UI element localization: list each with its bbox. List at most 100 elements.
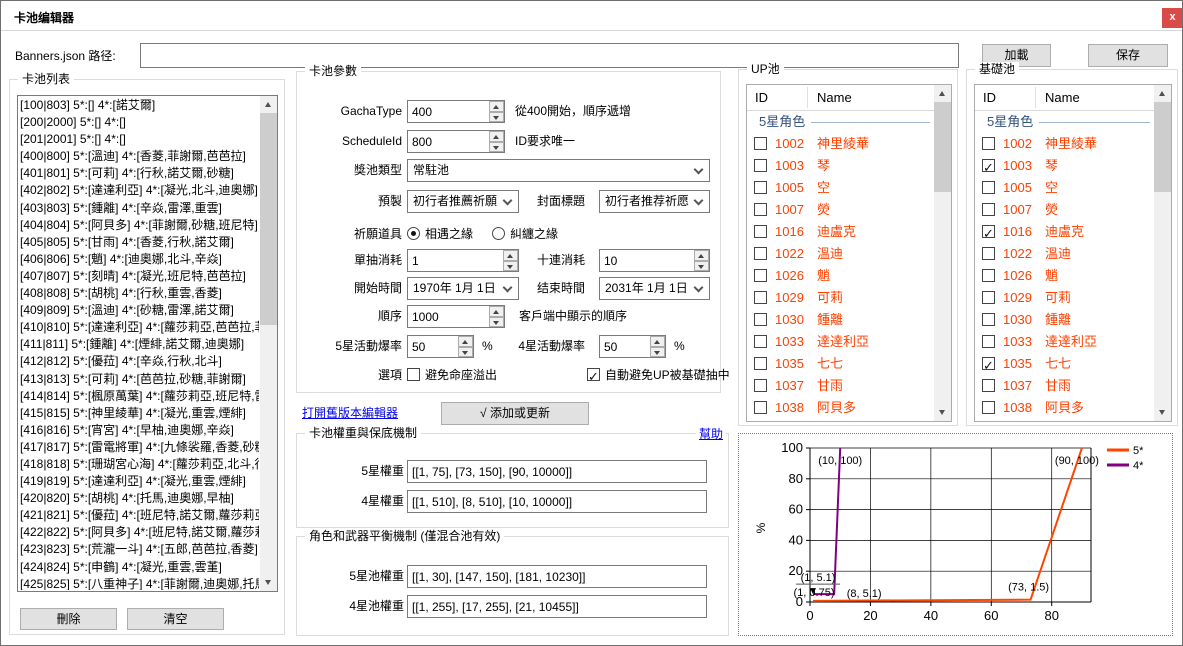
option-checkbox-avoid-overflow[interactable]: 避免命座溢出: [407, 364, 497, 386]
up-pool-table[interactable]: ID Name 5星角色1002神里綾華1003琴1005空1007熒1016迪…: [746, 84, 952, 422]
row-checkbox[interactable]: [754, 225, 767, 238]
pool-list-item[interactable]: [423|823] 5*:[荒瀧一斗] 4*:[五郎,芭芭拉,香菱]: [20, 541, 259, 558]
star4-pool-weight-input[interactable]: [407, 595, 707, 618]
up-pool-scrollbar[interactable]: [934, 85, 951, 421]
row-checkbox[interactable]: [982, 181, 995, 194]
end-time-select[interactable]: 2031年 1月 1日: [599, 277, 710, 300]
up-pool-row[interactable]: 1005空: [747, 177, 934, 199]
pool-type-select[interactable]: 常駐池: [407, 159, 710, 182]
scroll-up-icon[interactable]: [1154, 85, 1171, 102]
star4-weight-input[interactable]: [407, 490, 707, 513]
pool-listbox[interactable]: [100|803] 5*:[] 4*:[諾艾爾][200|2000] 5*:[]…: [17, 95, 278, 592]
row-checkbox[interactable]: [754, 181, 767, 194]
spin-down-icon[interactable]: [650, 347, 665, 358]
base-pool-row[interactable]: 1005空: [975, 177, 1154, 199]
cover-title-select[interactable]: 初行者推荐祈愿: [599, 190, 710, 213]
scroll-down-icon[interactable]: [1154, 404, 1171, 421]
base-pool-scrollbar[interactable]: [1154, 85, 1171, 421]
delete-button[interactable]: 刪除: [20, 608, 117, 630]
row-checkbox[interactable]: [754, 137, 767, 150]
row-checkbox[interactable]: [982, 203, 995, 216]
row-checkbox[interactable]: [982, 159, 995, 172]
base-pool-row[interactable]: 1029可莉: [975, 287, 1154, 309]
help-link[interactable]: 幫助: [696, 426, 726, 442]
row-checkbox[interactable]: [754, 357, 767, 370]
open-old-editor-link[interactable]: 打開舊版本編輯器: [302, 405, 398, 421]
pool-list-item[interactable]: [401|801] 5*:[可莉] 4*:[行秋,諾艾爾,砂糖]: [20, 165, 259, 182]
star5-weight-input[interactable]: [407, 460, 707, 483]
wish-item-radio-encounter[interactable]: 相遇之緣: [407, 223, 473, 245]
star4-rate-input[interactable]: [600, 336, 649, 357]
row-checkbox[interactable]: [754, 335, 767, 348]
base-pool-table[interactable]: ID Name 5星角色1002神里綾華1003琴1005空1007熒1016迪…: [974, 84, 1172, 422]
base-pool-row[interactable]: 1007熒: [975, 199, 1154, 221]
save-button[interactable]: 保存: [1088, 44, 1168, 67]
pool-list-item[interactable]: [413|813] 5*:[可莉] 4*:[芭芭拉,砂糖,菲謝爾]: [20, 371, 259, 388]
spin-down-icon[interactable]: [489, 142, 504, 153]
pool-list-item[interactable]: [415|815] 5*:[神里綾華] 4*:[凝光,重雲,煙緋]: [20, 405, 259, 422]
row-checkbox[interactable]: [982, 291, 995, 304]
pool-list-item[interactable]: [403|803] 5*:[鍾離] 4*:[辛焱,雷澤,重雲]: [20, 200, 259, 217]
pool-list-item[interactable]: [416|816] 5*:[宵宮] 4*:[早柚,迪奧娜,辛焱]: [20, 422, 259, 439]
base-pool-row[interactable]: 1016迪盧克: [975, 221, 1154, 243]
schedule-id-input[interactable]: [408, 131, 488, 152]
row-checkbox[interactable]: [982, 379, 995, 392]
spin-up-icon[interactable]: [489, 131, 504, 142]
scroll-down-icon[interactable]: [260, 574, 277, 591]
row-checkbox[interactable]: [982, 357, 995, 370]
up-pool-row[interactable]: 1029可莉: [747, 287, 934, 309]
spin-down-icon[interactable]: [458, 347, 473, 358]
close-button[interactable]: x: [1162, 8, 1183, 28]
row-checkbox[interactable]: [982, 225, 995, 238]
option-checkbox-avoid-up-in-base[interactable]: 自動避免UP被基礎抽中: [587, 364, 730, 386]
pool-list-item[interactable]: [406|806] 5*:[魈] 4*:[迪奧娜,北斗,辛焱]: [20, 251, 259, 268]
spin-up-icon[interactable]: [650, 336, 665, 347]
checkbox-icon[interactable]: [587, 368, 600, 381]
up-pool-row[interactable]: 1030鍾離: [747, 309, 934, 331]
up-pool-row[interactable]: 1038阿貝多: [747, 397, 934, 419]
pool-list-item[interactable]: [409|809] 5*:[溫迪] 4*:[砂糖,雷澤,諾艾爾]: [20, 302, 259, 319]
base-pool-row[interactable]: 1037甘雨: [975, 375, 1154, 397]
pool-list-item[interactable]: [404|804] 5*:[阿貝多] 4*:[菲謝爾,砂糖,班尼特]: [20, 217, 259, 234]
scrollbar-thumb[interactable]: [260, 113, 277, 325]
row-checkbox[interactable]: [982, 137, 995, 150]
row-checkbox[interactable]: [754, 203, 767, 216]
radio-icon[interactable]: [492, 227, 505, 240]
base-pool-row[interactable]: 1003琴: [975, 155, 1154, 177]
order-input[interactable]: [408, 306, 488, 327]
pool-list-item[interactable]: [425|825] 5*:[八重神子] 4*:[菲謝爾,迪奧娜,托馬]: [20, 576, 259, 590]
pool-list-item[interactable]: [424|824] 5*:[申鶴] 4*:[凝光,重雲,雲堇]: [20, 559, 259, 576]
spin-down-icon[interactable]: [489, 112, 504, 123]
row-checkbox[interactable]: [754, 401, 767, 414]
scroll-up-icon[interactable]: [260, 96, 277, 113]
pool-list-item[interactable]: [408|808] 5*:[胡桃] 4*:[行秋,重雲,香菱]: [20, 285, 259, 302]
spin-down-icon[interactable]: [694, 261, 709, 272]
up-pool-row[interactable]: 1026魈: [747, 265, 934, 287]
pool-list-item[interactable]: [421|821] 5*:[優菈] 4*:[班尼特,諾艾爾,蘿莎莉亞]: [20, 507, 259, 524]
row-checkbox[interactable]: [754, 247, 767, 260]
row-checkbox[interactable]: [754, 269, 767, 282]
row-checkbox[interactable]: [982, 335, 995, 348]
base-pool-row[interactable]: 1035七七: [975, 353, 1154, 375]
ten-cost-input[interactable]: [600, 250, 693, 271]
clear-button[interactable]: 清空: [127, 608, 224, 630]
row-checkbox[interactable]: [982, 401, 995, 414]
row-checkbox[interactable]: [982, 247, 995, 260]
base-pool-row[interactable]: 1030鍾離: [975, 309, 1154, 331]
pool-list-item[interactable]: [201|2001] 5*:[] 4*:[]: [20, 131, 259, 148]
row-checkbox[interactable]: [754, 291, 767, 304]
row-checkbox[interactable]: [754, 159, 767, 172]
base-pool-row[interactable]: 1038阿貝多: [975, 397, 1154, 419]
scroll-up-icon[interactable]: [934, 85, 951, 102]
up-pool-row[interactable]: 1016迪盧克: [747, 221, 934, 243]
pool-list-item[interactable]: [417|817] 5*:[雷電將軍] 4*:[九條裟羅,香菱,砂糖]: [20, 439, 259, 456]
row-checkbox[interactable]: [982, 313, 995, 326]
base-pool-row[interactable]: 1022溫迪: [975, 243, 1154, 265]
base-pool-row[interactable]: 1002神里綾華: [975, 133, 1154, 155]
gacha-type-input[interactable]: [408, 101, 488, 122]
row-checkbox[interactable]: [754, 379, 767, 392]
star5-pool-weight-input[interactable]: [407, 565, 707, 588]
star5-rate-input[interactable]: [408, 336, 457, 357]
scrollbar-thumb[interactable]: [1154, 102, 1171, 192]
up-pool-row[interactable]: 1007熒: [747, 199, 934, 221]
